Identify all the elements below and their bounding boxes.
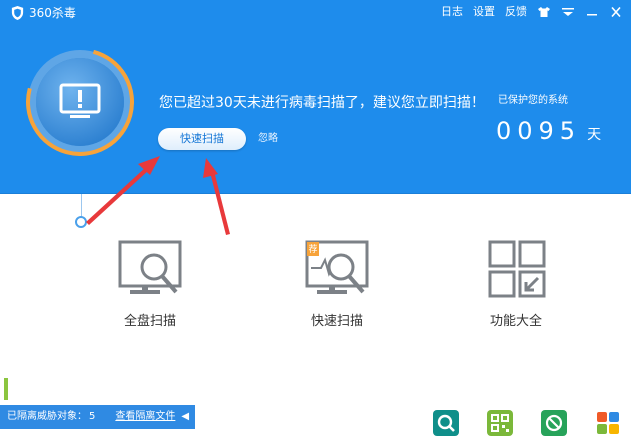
isolation-count: 5 bbox=[89, 411, 96, 422]
app-store-icon[interactable] bbox=[595, 410, 621, 436]
ignore-link[interactable]: 忽略 bbox=[258, 132, 278, 146]
all-features-feature[interactable]: 功能大全 bbox=[473, 240, 559, 330]
status-indicator-bar bbox=[4, 378, 8, 400]
connector-dot bbox=[75, 216, 87, 228]
settings-link[interactable]: 设置 bbox=[473, 4, 495, 20]
top-banner: 360杀毒 日志 设置 反馈 您已超过30天未进行病毒扫描了，建议您立即扫描！ … bbox=[0, 0, 631, 194]
block-icon[interactable] bbox=[541, 410, 567, 436]
menu-icon[interactable] bbox=[561, 5, 575, 19]
isolation-bar: 已隔离威胁对象： 5 查看隔离文件 ◀ bbox=[0, 405, 195, 429]
quick-scan-feature[interactable]: 荐 快速扫描 bbox=[294, 240, 380, 330]
status-ring bbox=[26, 48, 134, 156]
arrow-left-icon[interactable]: ◀ bbox=[181, 405, 189, 429]
app-logo: 360杀毒 bbox=[10, 5, 76, 21]
shield-logo-icon bbox=[11, 5, 24, 21]
full-scan-icon bbox=[118, 240, 182, 294]
search-tool-icon[interactable] bbox=[433, 410, 459, 436]
protected-days-count: 0095 bbox=[496, 117, 582, 145]
quick-scan-button[interactable]: 快速扫描 bbox=[158, 128, 246, 150]
days-unit: 天 bbox=[587, 127, 602, 143]
close-icon[interactable] bbox=[609, 5, 623, 19]
all-features-label: 功能大全 bbox=[489, 314, 542, 329]
view-isolated-files-link[interactable]: 查看隔离文件 bbox=[115, 405, 175, 429]
minimize-icon[interactable] bbox=[585, 5, 599, 19]
full-scan-label: 全盘扫描 bbox=[123, 314, 176, 329]
title-bar-menu: 日志 设置 反馈 bbox=[441, 4, 623, 20]
full-scan-feature[interactable]: 全盘扫描 bbox=[107, 240, 193, 330]
log-link[interactable]: 日志 bbox=[441, 4, 463, 20]
all-features-icon bbox=[488, 240, 546, 298]
app-title: 360杀毒 bbox=[29, 6, 76, 20]
shirt-icon[interactable] bbox=[537, 5, 551, 19]
quick-scan-icon: 荐 bbox=[305, 240, 369, 294]
protected-label: 已保护您的系统 bbox=[498, 95, 568, 106]
qrcode-icon[interactable] bbox=[487, 410, 513, 436]
scan-warning-message: 您已超过30天未进行病毒扫描了，建议您立即扫描！ bbox=[159, 95, 485, 111]
feedback-link[interactable]: 反馈 bbox=[505, 4, 527, 20]
svg-text:荐: 荐 bbox=[308, 244, 317, 255]
protected-days: 0095 天 bbox=[496, 116, 601, 146]
quick-scan-label: 快速扫描 bbox=[310, 314, 363, 329]
isolation-label: 已隔离威胁对象： bbox=[7, 411, 87, 422]
connector-line bbox=[81, 194, 82, 218]
